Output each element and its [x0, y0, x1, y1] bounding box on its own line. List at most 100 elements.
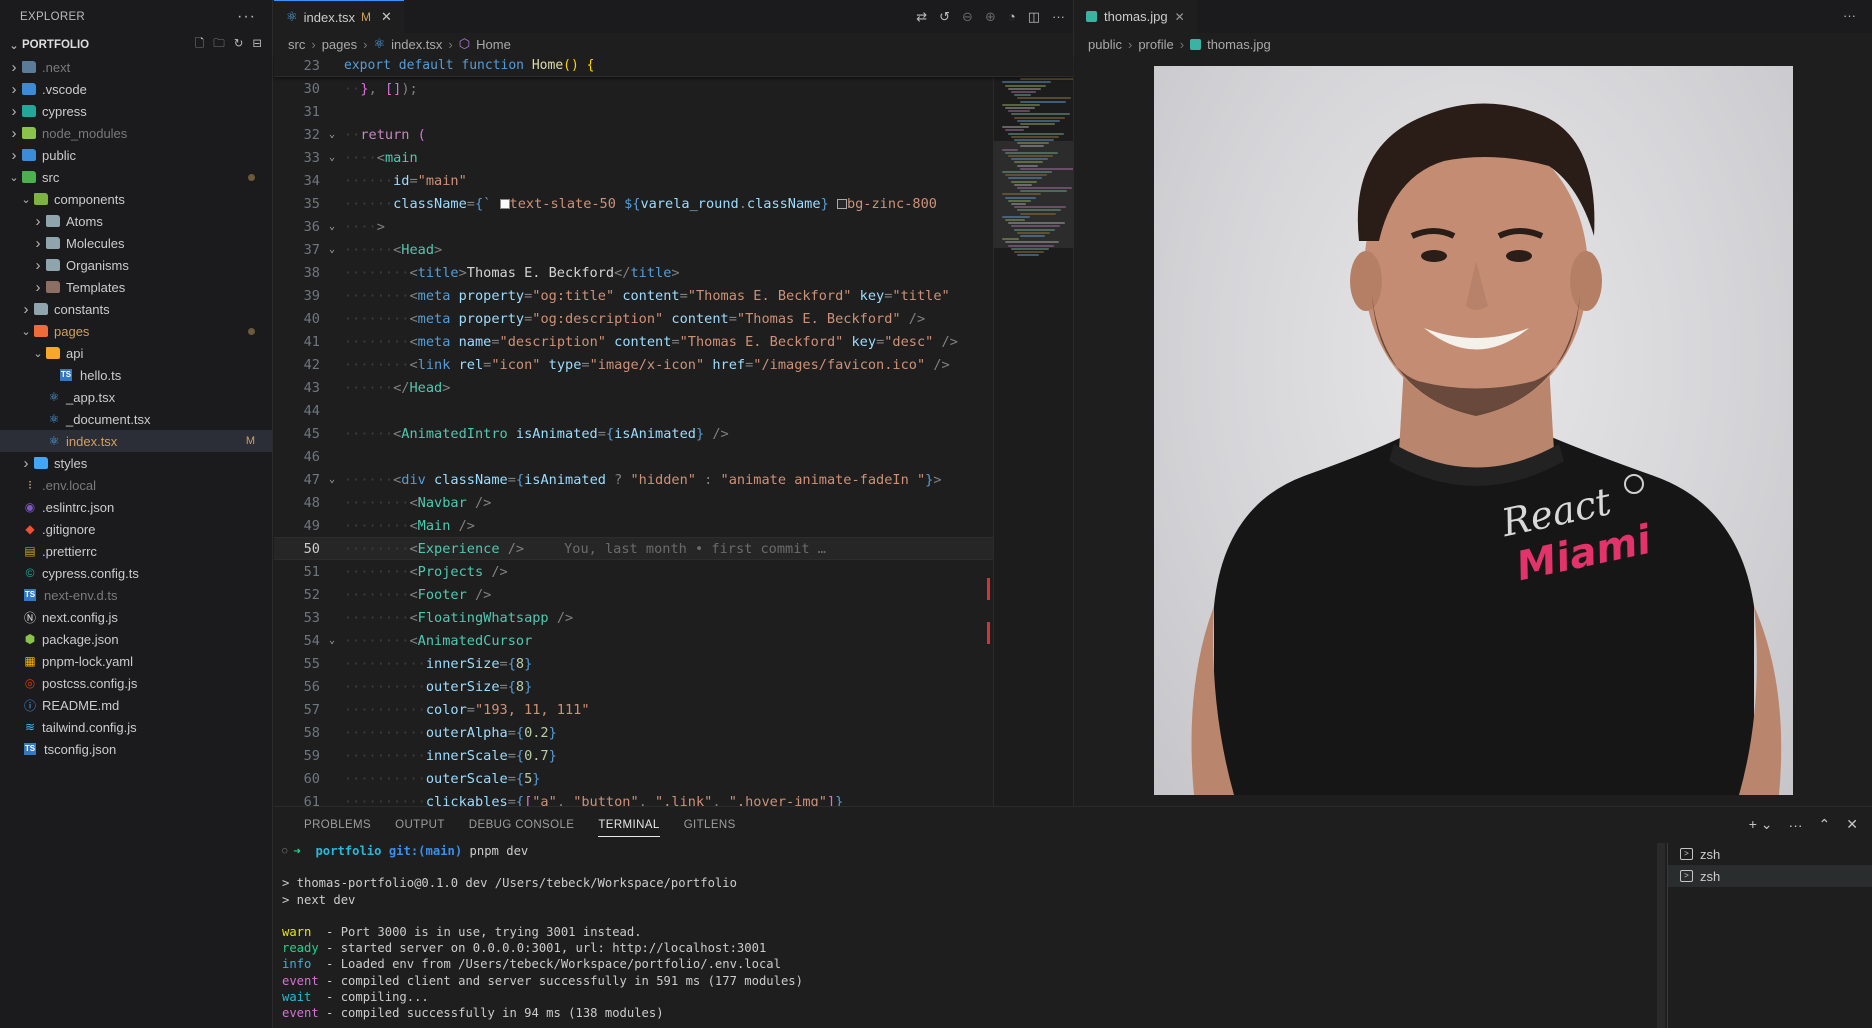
folder-item-cypress[interactable]: › cypress [0, 100, 272, 122]
code-line[interactable]: 51 ········<Projects /> [274, 560, 1073, 583]
file-item-readme-md[interactable]: ⓘ README.md [0, 694, 272, 716]
code-line[interactable]: 31 [274, 100, 1073, 123]
code-line[interactable]: 49 ········<Main /> [274, 514, 1073, 537]
code-editor[interactable]: 30 ··}, []); 31 32 ⌄ ··return (33 ⌄ ····<main 34… [274, 77, 1073, 806]
file-item-next-env-d-ts[interactable]: TS next-env.d.ts [0, 584, 272, 606]
panel-tab-problems[interactable]: PROBLEMS [292, 807, 383, 842]
code-line[interactable]: 58 ··········outerAlpha={0.2} [274, 721, 1073, 744]
collapse-all-icon[interactable]: ⊟ [252, 36, 262, 55]
close-icon[interactable]: ✕ [1175, 10, 1185, 24]
code-line[interactable]: 47 ⌄ ······<div className={isAnimated ? "h… [274, 468, 1073, 491]
code-line[interactable]: 53 ········<FloatingWhatsapp /> [274, 606, 1073, 629]
folder-item-next[interactable]: › .next [0, 56, 272, 78]
panel-tab-debug-console[interactable]: DEBUG CONSOLE [457, 807, 587, 842]
breadcrumb-item[interactable]: pages [322, 37, 357, 52]
terminal-output[interactable]: ○ ➜ portfolio git:(main) pnpm dev > thoma… [274, 843, 1657, 1028]
file-item-prettierrc[interactable]: ▤ .prettierrc [0, 540, 272, 562]
more-actions-icon[interactable]: ··· [237, 8, 256, 26]
split-editor-icon[interactable]: ◫ [1028, 9, 1040, 25]
new-folder-icon[interactable]: 🗀 [213, 36, 225, 55]
folder-item-node-modules[interactable]: › node_modules [0, 122, 272, 144]
breadcrumb-item[interactable]: index.tsx [391, 37, 442, 52]
code-line[interactable]: 34 ······id="main" [274, 169, 1073, 192]
fold-chevron-icon[interactable]: ⌄ [320, 152, 344, 163]
breadcrumb-item[interactable]: profile [1138, 37, 1173, 52]
code-line[interactable]: 59 ··········innerScale={0.7} [274, 744, 1073, 767]
panel-tab-terminal[interactable]: TERMINAL [586, 807, 671, 842]
file-item-document-tsx[interactable]: ⚛ _document.tsx [0, 408, 272, 430]
folder-item-api[interactable]: ⌄ api [0, 342, 272, 364]
new-file-icon[interactable]: 🗋 [195, 36, 204, 55]
panel-tab-gitlens[interactable]: GITLENS [672, 807, 748, 842]
breadcrumb-item[interactable]: Home [476, 37, 511, 52]
file-item-eslintrc-json[interactable]: ◉ .eslintrc.json [0, 496, 272, 518]
terminal-instance[interactable]: > zsh [1668, 843, 1872, 865]
code-line[interactable]: 48 ········<Navbar /> [274, 491, 1073, 514]
minimap[interactable] [993, 55, 1078, 806]
folder-item-vscode[interactable]: › .vscode [0, 78, 272, 100]
code-line[interactable]: 39 ········<meta property="og:title" cont… [274, 284, 1073, 307]
fold-chevron-icon[interactable]: ⌄ [320, 221, 344, 232]
panel-tab-output[interactable]: OUTPUT [383, 807, 457, 842]
file-item-cypress-config-ts[interactable]: © cypress.config.ts [0, 562, 272, 584]
folder-item-pages[interactable]: ⌄ pages [0, 320, 272, 342]
tab-index-tsx[interactable]: ⚛ index.tsx M ✕ [274, 0, 404, 33]
revert-icon[interactable]: ↺ [939, 9, 950, 25]
code-line[interactable]: 54 ⌄ ········<AnimatedCursor [274, 629, 1073, 652]
file-item-pnpm-lock-yaml[interactable]: ▦ pnpm-lock.yaml [0, 650, 272, 672]
folder-item-organisms[interactable]: › Organisms [0, 254, 272, 276]
maximize-panel-icon[interactable]: ⌃ [1819, 816, 1831, 833]
code-line[interactable]: 37 ⌄ ······<Head> [274, 238, 1073, 261]
terminal-scrollbar[interactable] [1657, 843, 1665, 1028]
code-line[interactable]: 61 ··········clickables={["a", "button", … [274, 790, 1073, 807]
folder-item-public[interactable]: › public [0, 144, 272, 166]
terminal-instance[interactable]: > zsh [1668, 865, 1872, 887]
project-root[interactable]: ⌄ PORTFOLIO 🗋 🗀 ↻ ⊟ [0, 34, 272, 56]
code-line[interactable]: 60 ··········outerScale={5} [274, 767, 1073, 790]
code-line[interactable]: 43 ······</Head> [274, 376, 1073, 399]
folder-item-templates[interactable]: › Templates [0, 276, 272, 298]
tab-thomas-jpg[interactable]: thomas.jpg ✕ [1074, 0, 1197, 33]
code-line[interactable]: 44 [274, 399, 1073, 422]
folder-item-atoms[interactable]: › Atoms [0, 210, 272, 232]
folder-item-molecules[interactable]: › Molecules [0, 232, 272, 254]
sticky-scroll-line[interactable]: 23 export default function Home() { [274, 55, 1073, 77]
compare-changes-icon[interactable]: ⇄ [916, 9, 927, 25]
add-terminal-icon[interactable]: + ⌄ [1749, 816, 1773, 833]
file-item-app-tsx[interactable]: ⚛ _app.tsx [0, 386, 272, 408]
folder-item-components[interactable]: ⌄ components [0, 188, 272, 210]
folder-item-styles[interactable]: › styles [0, 452, 272, 474]
code-line[interactable]: 32 ⌄ ··return ( [274, 123, 1073, 146]
file-item-next-config-js[interactable]: Ⓝnext.config.js [0, 606, 272, 628]
code-line[interactable]: 52 ········<Footer /> [274, 583, 1073, 606]
fold-chevron-icon[interactable]: ⌄ [320, 129, 344, 140]
file-item-postcss-config-js[interactable]: ◎ postcss.config.js [0, 672, 272, 694]
timeline-icon[interactable]: ◔ [1008, 9, 1016, 24]
more-actions-icon[interactable]: ··· [1843, 8, 1856, 23]
next-change-icon[interactable]: ⊕ [985, 9, 996, 25]
more-actions-icon[interactable]: ··· [1789, 817, 1803, 833]
code-line[interactable]: 42 ········<link rel="icon" type="image/x… [274, 353, 1073, 376]
more-actions-icon[interactable]: ··· [1052, 9, 1065, 24]
breadcrumb-item[interactable]: public [1088, 37, 1122, 52]
refresh-icon[interactable]: ↻ [234, 36, 244, 55]
close-icon[interactable]: ✕ [1846, 816, 1858, 833]
code-line[interactable]: 40 ········<meta property="og:description… [274, 307, 1073, 330]
breadcrumb-item[interactable]: src [288, 37, 305, 52]
file-item-gitignore[interactable]: ◆ .gitignore [0, 518, 272, 540]
code-line[interactable]: 30 ··}, []); [274, 77, 1073, 100]
fold-chevron-icon[interactable]: ⌄ [320, 635, 344, 646]
code-line[interactable]: 33 ⌄ ····<main [274, 146, 1073, 169]
code-line[interactable]: 35 ······className={` text-slate-50 ${var… [274, 192, 1073, 215]
code-line[interactable]: 50 ········<Experience /> You, last month … [274, 537, 1073, 560]
file-item-tsconfig-json[interactable]: TS tsconfig.json [0, 738, 272, 760]
fold-chevron-icon[interactable]: ⌄ [320, 244, 344, 255]
folder-item-constants[interactable]: › constants [0, 298, 272, 320]
breadcrumb-item[interactable]: thomas.jpg [1207, 37, 1271, 52]
code-line[interactable]: 46 [274, 445, 1073, 468]
file-item-index-tsx[interactable]: ⚛ index.tsx M [0, 430, 272, 452]
file-item-env-local[interactable]: ⁝ .env.local [0, 474, 272, 496]
code-line[interactable]: 38 ········<title>Thomas E. Beckford</tit… [274, 261, 1073, 284]
file-item-tailwind-config-js[interactable]: ≋ tailwind.config.js [0, 716, 272, 738]
file-item-hello-ts[interactable]: TS hello.ts [0, 364, 272, 386]
